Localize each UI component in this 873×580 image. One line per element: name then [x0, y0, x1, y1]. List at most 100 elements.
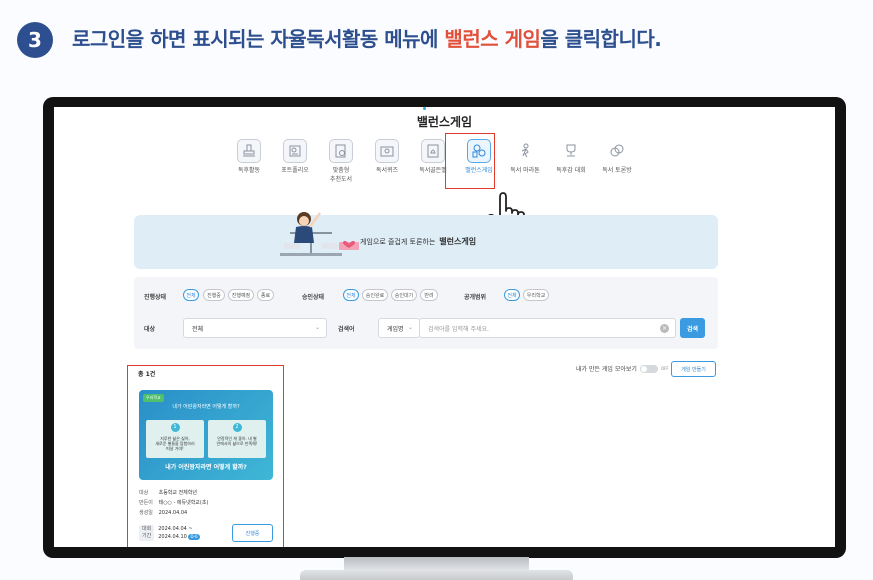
- step-title-after: 을 클릭합니다.: [540, 27, 662, 51]
- status-button[interactable]: 진행중: [232, 524, 273, 542]
- option-1-text: 지루한 삶은 싫어. 새로운 별들을 탐험하러 떠날 거야!: [155, 436, 195, 451]
- highlight-box-balance-game: [445, 133, 495, 189]
- period-end: 2024.04.10: [158, 534, 187, 540]
- search-button[interactable]: 검색: [680, 318, 705, 338]
- my-games-toggle[interactable]: [639, 364, 658, 373]
- target-select[interactable]: 전체 ⌄: [183, 318, 327, 338]
- menu-item-label: 독서 마라톤: [510, 167, 540, 174]
- menu-item-label: 독후감 대회: [556, 167, 586, 174]
- target-select-value: 전체: [192, 325, 204, 333]
- make-game-button[interactable]: 게임 만들기: [671, 361, 716, 377]
- menu-item-label: 독서퀴즈: [375, 167, 399, 174]
- search-placeholder: 검색어를 입력해 주세요.: [428, 325, 489, 333]
- period-end-row: 2024.04.10 D-6: [158, 533, 200, 541]
- filter-panel: 진행상태 전체 진행중 진행예정 종료 승인상태 전체 승인완료 승인대기 반려…: [134, 277, 718, 349]
- quiz-icon: [375, 139, 399, 163]
- search-type-select[interactable]: 게임명 ⌄: [378, 318, 420, 338]
- period-key-line1: 대회: [142, 526, 152, 532]
- stamp-icon: [237, 139, 261, 163]
- hero-banner: 게임으로 즐겁게 토론하는 밸런스게임: [134, 212, 718, 269]
- recommend-book-icon: [329, 139, 353, 163]
- banner-text: 게임으로 즐겁게 토론하는 밸런스게임: [360, 236, 476, 247]
- menu-item-label: 독후활동: [237, 167, 261, 174]
- my-games-label: 내가 만든 게임 모아보기: [576, 366, 637, 373]
- period-key-line2: 기간: [142, 533, 152, 539]
- menu-item-reading-discussion[interactable]: 독서 토론방: [595, 137, 639, 195]
- period-dates: 2024.04.04 ~ 2024.04.10 D-6: [158, 525, 200, 541]
- menu-item-label: 포트폴리오: [281, 167, 309, 174]
- progress-chip-scheduled[interactable]: 진행예정: [228, 289, 254, 301]
- trophy-icon: [559, 139, 583, 163]
- approval-status-label: 승인상태: [302, 294, 325, 301]
- menu-item-label: 맞춤형 추천도서: [329, 167, 353, 183]
- menu-item-reading-marathon[interactable]: 독서 마라톤: [503, 137, 547, 195]
- info-key: 생성일: [139, 510, 153, 516]
- my-games-toggle-group: 내가 만든 게임 모아보기 OFF: [576, 364, 669, 373]
- step-title-before: 로그인을 하면 표시되는 자율독서활동 메뉴에: [72, 27, 445, 51]
- discussion-icon: [605, 139, 629, 163]
- public-scope-label: 공개범위: [464, 294, 487, 301]
- menu-item-recommend-books[interactable]: 맞춤형 추천도서: [319, 137, 363, 195]
- monitor-stand-base: [300, 570, 573, 580]
- menu-item-book-report-contest[interactable]: 독후감 대회: [549, 137, 593, 195]
- public-chip-our-school[interactable]: 우리학교: [523, 289, 549, 301]
- option-1-number: 1: [170, 423, 180, 432]
- info-key: 만든이: [139, 500, 153, 506]
- marathon-icon: [513, 139, 537, 163]
- step-header: 3 로그인을 하면 표시되는 자율독서활동 메뉴에 밸런스 게임을 클릭합니다.: [0, 0, 873, 80]
- option-2-number: 2: [232, 423, 242, 432]
- progress-chip-ended[interactable]: 종료: [257, 289, 274, 301]
- search-keyword-label: 검색어: [338, 326, 355, 333]
- portfolio-icon: [283, 139, 307, 163]
- approval-chip-pending[interactable]: 승인대기: [391, 289, 417, 301]
- info-row-maker: 만든이 테○○ - 에듀넷학교(초): [139, 498, 208, 508]
- golden-bell-icon: [421, 139, 445, 163]
- banner-tagline: 게임으로 즐겁게 토론하는: [360, 238, 436, 246]
- banner-brand: 밸런스게임: [439, 237, 477, 246]
- menu-item-reading-activity[interactable]: 독후활동: [227, 137, 271, 195]
- game-card-thumbnail[interactable]: 우리학교 내가 어린왕자라면 어떻게 할까? 1 지루한 삶은 싫어. 새로운 …: [139, 390, 273, 480]
- heart-book-icon: [339, 240, 359, 250]
- chevron-down-icon: ⌄: [314, 324, 320, 331]
- scope-tag: 우리학교: [143, 394, 164, 402]
- title-accent-dot: [423, 107, 426, 110]
- menu-item-reading-quiz[interactable]: 독서퀴즈: [365, 137, 409, 195]
- info-value: 초등학교 전체학년: [158, 490, 197, 496]
- approval-chip-all[interactable]: 전체: [343, 289, 359, 301]
- clear-icon[interactable]: ×: [660, 324, 669, 333]
- monitor-stand-neck: [344, 557, 529, 570]
- toggle-state: OFF: [660, 366, 669, 371]
- search-input[interactable]: 검색어를 입력해 주세요. ×: [419, 318, 676, 338]
- game-card-info: 대상 초등학교 전체학년 만든이 테○○ - 에듀넷학교(초) 생성일 2024…: [139, 488, 208, 518]
- progress-status-label: 진행상태: [144, 294, 167, 301]
- period-start: 2024.04.04 ~: [158, 526, 193, 532]
- contest-period: 대회 기간 2024.04.04 ~ 2024.04.10 D-6: [139, 525, 200, 541]
- thumbnail-question: 내가 어린왕자라면 어떻게 할까?: [172, 404, 240, 410]
- dday-badge: D-6: [188, 534, 200, 540]
- progress-chip-all[interactable]: 전체: [183, 289, 199, 301]
- menu-item-portfolio[interactable]: 포트폴리오: [273, 137, 317, 195]
- search-type-value: 게임명: [387, 325, 404, 333]
- menu-item-label: 독서 토론방: [602, 167, 632, 174]
- option-2-text: 안정적인 게 좋아. 내 별 안에서의 삶으로 만족해!: [216, 436, 258, 446]
- info-row-target: 대상 초등학교 전체학년: [139, 488, 208, 498]
- option-1: 1 지루한 삶은 싫어. 새로운 별들을 탐험하러 떠날 거야!: [146, 420, 204, 458]
- info-key: 대상: [139, 490, 149, 496]
- target-label: 대상: [144, 326, 156, 333]
- period-key: 대회 기간: [139, 525, 155, 541]
- info-value: 테○○ - 에듀넷학교(초): [158, 500, 209, 506]
- step-title: 로그인을 하면 표시되는 자율독서활동 메뉴에 밸런스 게임을 클릭합니다.: [72, 23, 662, 52]
- activity-menu: 독후활동 포트폴리오 맞춤형 추천도서 독서퀴즈 독서골든벨 밸런스게임 독서 …: [227, 137, 657, 195]
- thumbnail-main-title: 내가 어린왕자라면 어떻게 할까?: [165, 464, 247, 471]
- progress-chip-ongoing[interactable]: 진행중: [203, 289, 225, 301]
- info-row-created: 생성일 2024.04.04: [139, 508, 208, 518]
- approval-chip-approved[interactable]: 승인완료: [362, 289, 388, 301]
- approval-chip-rejected[interactable]: 반려: [420, 289, 438, 301]
- monitor-screen: 밸런스게임 독후활동 포트폴리오 맞춤형 추천도서 독서퀴즈 독서골든벨 밸런스…: [54, 107, 835, 547]
- chevron-down-icon: ⌄: [407, 324, 413, 331]
- step-title-highlight: 밸런스 게임: [444, 27, 541, 51]
- public-chip-all[interactable]: 전체: [504, 289, 520, 301]
- girl-with-scale-illustration: [280, 212, 342, 256]
- page-title: 밸런스게임: [416, 115, 473, 129]
- info-value: 2024.04.04: [158, 510, 188, 516]
